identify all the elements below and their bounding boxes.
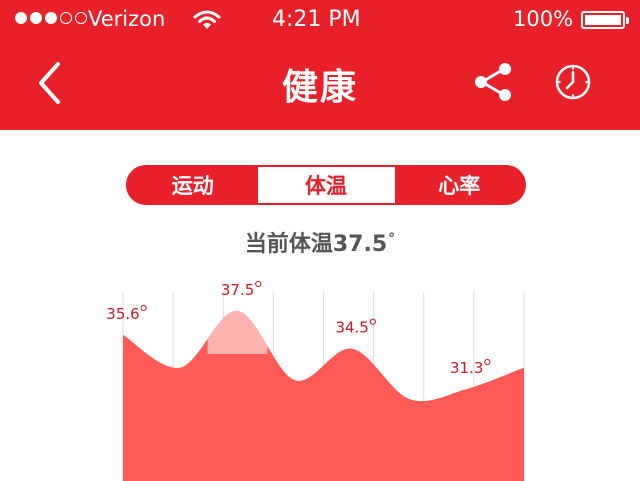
data-label: 31.3: [450, 359, 483, 377]
battery-icon: [581, 11, 629, 29]
current-temperature-value: 当前体温37.5: [244, 232, 388, 257]
signal-dot: [45, 12, 57, 24]
signal-dot: [30, 12, 42, 24]
signal-dot: [60, 12, 72, 24]
degree-symbol: °: [388, 230, 396, 247]
signal-strength-icon: [15, 12, 87, 24]
tab-heart-rate[interactable]: 心率: [394, 167, 524, 203]
data-label-degree: [255, 280, 262, 287]
temperature-chart: 35.6 37.5 34.5 31.3: [106, 280, 525, 481]
top-bar: Verizon 4:21 PM 100% 健康: [0, 0, 640, 130]
clock-icon[interactable]: [554, 63, 592, 101]
status-bar: Verizon 4:21 PM 100%: [0, 0, 640, 40]
status-time: 4:21 PM: [272, 7, 361, 32]
wifi-icon: [193, 10, 221, 29]
page-title: 健康: [281, 67, 358, 108]
data-label-degree: [140, 304, 147, 311]
data-label: 35.6: [106, 305, 139, 323]
carrier-name: Verizon: [88, 7, 166, 31]
data-label-degree: [369, 318, 376, 325]
data-label: 37.5: [221, 281, 254, 299]
tab-temperature[interactable]: 体温: [257, 167, 395, 203]
signal-dot: [75, 12, 87, 24]
battery-fill: [585, 15, 621, 25]
share-icon[interactable]: [472, 61, 514, 103]
peak-highlight: [207, 310, 268, 354]
data-label-degree: [484, 358, 491, 366]
signal-dot: [15, 12, 27, 24]
battery-percentage: 100%: [513, 7, 574, 31]
current-temperature: 当前体温37.5°: [0, 226, 640, 258]
battery-nub: [626, 17, 629, 24]
data-label: 34.5: [335, 319, 368, 337]
tab-switcher: 运动 体温 心率: [126, 165, 526, 205]
tab-exercise[interactable]: 运动: [128, 167, 258, 203]
